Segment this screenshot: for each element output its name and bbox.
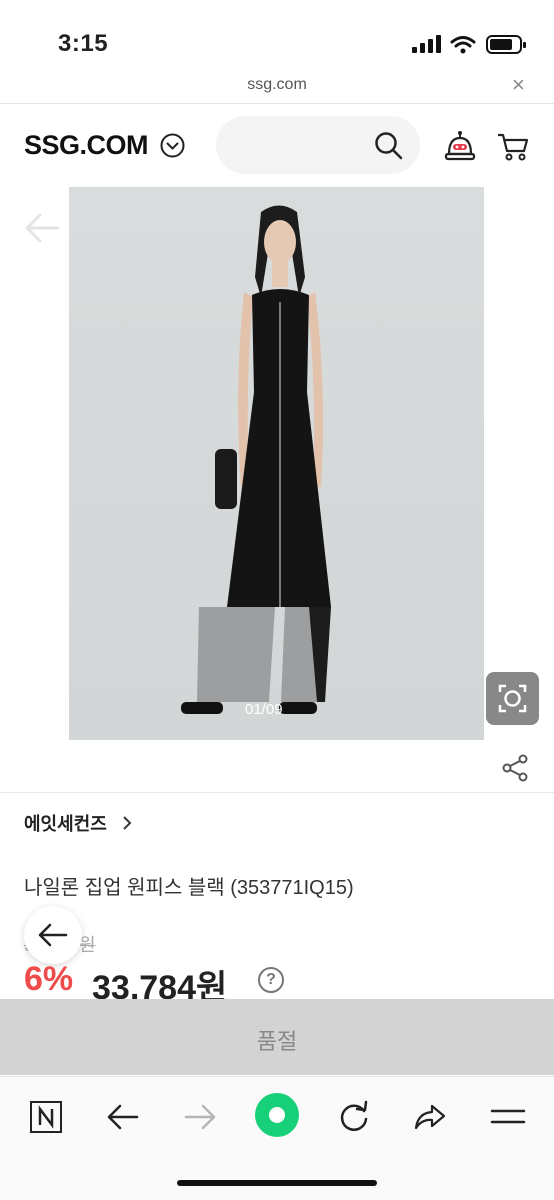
url-text[interactable]: ssg.com xyxy=(0,76,554,94)
model-photo xyxy=(181,205,331,714)
home-indicator xyxy=(177,1180,377,1186)
prev-image-arrow-icon[interactable] xyxy=(22,210,62,246)
wifi-icon xyxy=(450,36,476,48)
home-icon[interactable] xyxy=(254,1092,300,1138)
brand-name: 에잇세컨즈 xyxy=(24,814,107,834)
brand-link[interactable]: 에잇세컨즈 xyxy=(24,810,134,836)
back-arrow-icon xyxy=(38,923,68,947)
battery-icon xyxy=(486,35,526,54)
product-title: 나일론 집업 원피스 블랙 (353771IQ15) xyxy=(24,877,354,899)
floating-back-button[interactable] xyxy=(24,906,82,964)
soldout-label: 품절 xyxy=(256,1029,298,1054)
naver-icon[interactable] xyxy=(27,1097,67,1137)
forward-arrow-icon[interactable] xyxy=(180,1097,220,1137)
discount-rate: 6% xyxy=(24,960,74,998)
image-counter: 01/09 xyxy=(245,701,283,718)
camera-lens-icon xyxy=(498,684,527,713)
product-image[interactable] xyxy=(69,187,484,740)
cart-icon[interactable] xyxy=(496,131,530,163)
share-arrow-icon[interactable] xyxy=(410,1097,450,1137)
status-time: 3:15 xyxy=(58,30,109,57)
search-icon[interactable] xyxy=(374,131,404,161)
browser-url-bar: ssg.com × xyxy=(0,70,554,104)
help-icon[interactable]: ? xyxy=(258,967,284,993)
back-arrow-icon[interactable] xyxy=(103,1097,143,1137)
chevron-right-icon xyxy=(123,816,132,830)
site-logo[interactable]: SSG.COM xyxy=(24,130,149,161)
signal-icon xyxy=(412,35,441,53)
menu-icon[interactable] xyxy=(488,1097,528,1137)
share-icon[interactable] xyxy=(500,753,530,783)
refresh-icon[interactable] xyxy=(333,1097,373,1137)
section-divider xyxy=(0,792,554,793)
bell-bot-icon[interactable] xyxy=(443,130,477,164)
chevron-down-icon[interactable] xyxy=(160,133,185,158)
close-icon[interactable]: × xyxy=(512,72,525,98)
soldout-button[interactable]: 품절 xyxy=(0,999,554,1075)
status-icons xyxy=(412,35,526,54)
image-search-button[interactable] xyxy=(486,672,539,725)
